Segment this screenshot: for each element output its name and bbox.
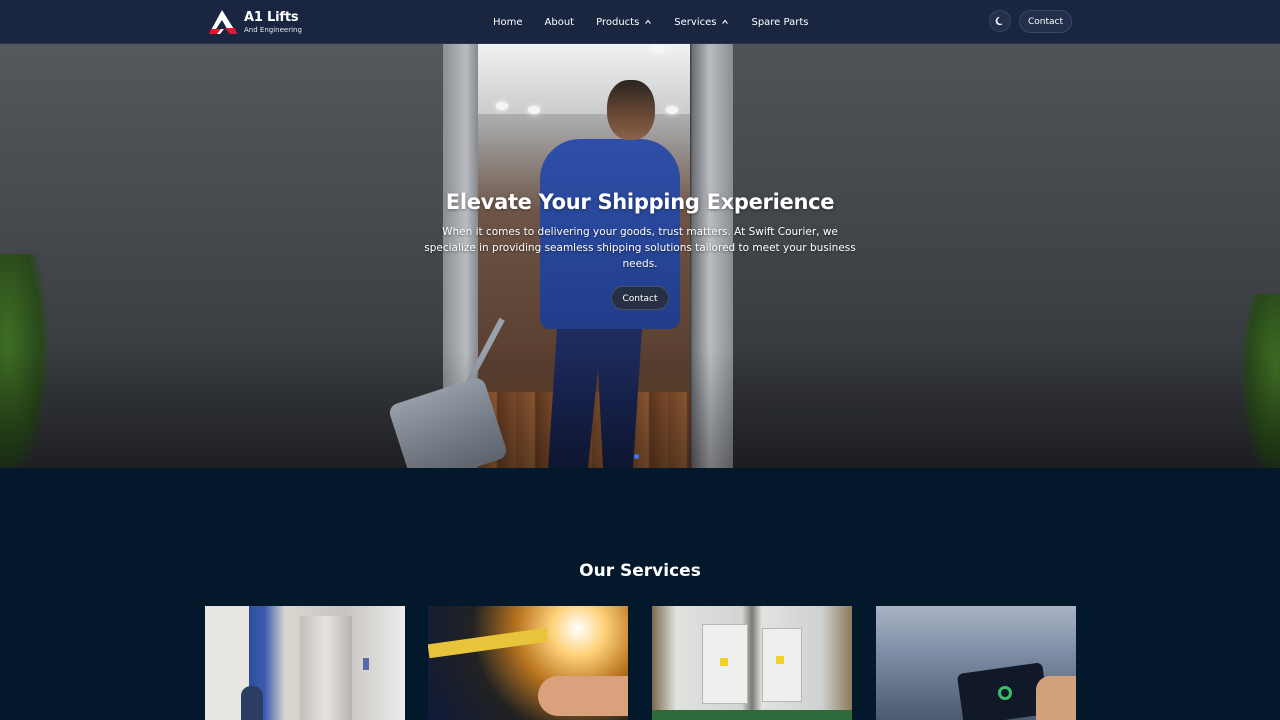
hero-contact-button[interactable]: Contact: [611, 286, 669, 310]
person-head: [607, 80, 655, 140]
main-nav: Home About Products Services Spare Parts: [493, 0, 830, 44]
service-card-control-panels[interactable]: [652, 606, 852, 720]
nav-home[interactable]: Home: [493, 17, 523, 28]
hero-content: Elevate Your Shipping Experience When it…: [420, 190, 860, 310]
nav-services-label: Services: [674, 16, 717, 28]
hand: [1036, 676, 1076, 720]
nav-contact-button[interactable]: Contact: [1019, 10, 1072, 33]
chevron-up-icon: [645, 19, 652, 24]
logo-text: A1 Lifts And Engineering: [244, 11, 302, 34]
nav-products[interactable]: Products: [596, 17, 652, 28]
ceiling-light: [496, 102, 508, 110]
elevator-ceiling: [478, 44, 690, 114]
nav-about[interactable]: About: [545, 17, 575, 28]
hero-banner: Elevate Your Shipping Experience When it…: [0, 44, 1280, 468]
slide-indicator-dot[interactable]: [634, 454, 639, 459]
hand: [538, 676, 628, 716]
floor: [652, 710, 852, 720]
warning-sign-icon: [776, 656, 784, 664]
nav-products-label: Products: [596, 16, 640, 28]
service-card-monitoring[interactable]: [876, 606, 1076, 720]
logo-title: A1 Lifts: [244, 9, 299, 25]
chevron-up-icon: [722, 19, 729, 24]
theme-toggle-button[interactable]: [989, 10, 1011, 32]
logo-mark-icon: [209, 10, 237, 34]
service-card-elevator-repair[interactable]: [428, 606, 628, 720]
hero-title: Elevate Your Shipping Experience: [445, 190, 835, 214]
ceiling-light: [528, 106, 540, 114]
logo[interactable]: A1 Lifts And Engineering: [208, 7, 302, 37]
nav-home-label: Home: [493, 16, 523, 28]
warning-sign-icon: [720, 658, 728, 666]
technician-figure: [241, 686, 263, 720]
call-panel: [363, 658, 369, 670]
nav-services[interactable]: Services: [674, 17, 729, 28]
nav-about-label: About: [544, 16, 575, 28]
ceiling-light: [652, 44, 664, 52]
service-card-elevator-installation[interactable]: [205, 606, 405, 720]
hero-shadow: [0, 348, 1280, 468]
nav-spare-parts[interactable]: Spare Parts: [751, 17, 808, 28]
hero-description: When it comes to delivering your goods, …: [424, 226, 856, 270]
moon-icon: [995, 16, 1003, 26]
services-title: Our Services: [579, 561, 701, 581]
navbar: A1 Lifts And Engineering Home About Prod…: [0, 0, 1280, 44]
ceiling-light: [666, 106, 678, 114]
chart-ring-icon: [998, 686, 1012, 700]
yellow-cable: [428, 627, 549, 659]
control-cabinet: [762, 628, 802, 702]
nav-spare-parts-label: Spare Parts: [751, 16, 809, 28]
logo-subtitle: And Engineering: [244, 25, 302, 34]
elevator-door: [300, 616, 352, 720]
